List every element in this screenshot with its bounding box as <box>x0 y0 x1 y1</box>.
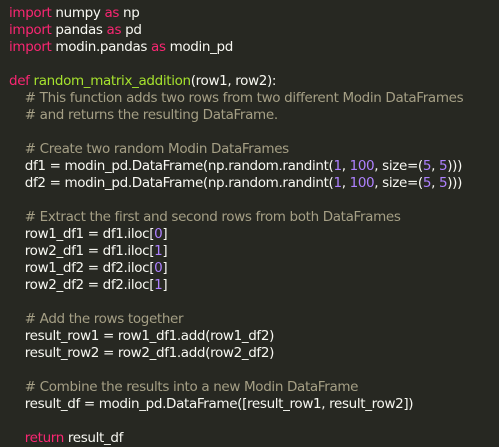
code-line: # Combine the results into a new Modin D… <box>9 379 499 396</box>
code-token: # Create two random Modin DataFrames <box>9 141 289 157</box>
code-line: import numpy as np <box>9 5 499 22</box>
code-token: as <box>151 39 166 55</box>
code-line: # This function adds two rows from two d… <box>9 90 499 107</box>
code-token: pandas <box>51 22 107 38</box>
code-token: ))) <box>447 158 462 174</box>
code-line: # Add the rows together <box>9 311 499 328</box>
code-token: , <box>341 175 350 191</box>
code-line: # Extract the first and second rows from… <box>9 209 499 226</box>
code-line: row2_df1 = df1.iloc[1] <box>9 243 499 260</box>
code-token: pd <box>121 22 142 38</box>
code-token: 5 <box>438 158 448 174</box>
code-token: return <box>24 430 65 446</box>
code-token: np <box>119 5 140 21</box>
code-token: 100 <box>349 158 375 174</box>
code-token: row2_df2 = df2.iloc[ <box>9 277 155 293</box>
code-token: def <box>9 73 30 89</box>
code-token: ] <box>162 226 168 242</box>
code-token: 1 <box>333 158 342 174</box>
code-token: import <box>9 22 52 38</box>
code-block: import numpy as np import pandas as pd imp… <box>9 5 499 447</box>
code-line: return result_df <box>9 430 499 447</box>
code-token: 5 <box>422 175 432 191</box>
code-line: result_df = modin_pd.DataFrame([result_r… <box>9 396 499 413</box>
code-token: 5 <box>438 175 448 191</box>
code-token: as <box>104 5 120 21</box>
code-line: row1_df2 = df2.iloc[0] <box>9 260 499 277</box>
code-token: df2 = modin_pd.DataFrame(np.random.randi… <box>9 175 334 191</box>
code-token: , <box>431 175 439 191</box>
code-line: row1_df1 = df1.iloc[0] <box>9 226 499 243</box>
code-line: row2_df2 = df2.iloc[1] <box>9 277 499 294</box>
code-token: result_row2 = row2_df1.add(row2_df2) <box>9 345 275 361</box>
code-token: result_df <box>63 430 124 446</box>
code-token: result_df = modin_pd.DataFrame([result_r… <box>9 396 414 412</box>
code-token: 100 <box>349 175 375 191</box>
code-token: modin_pd <box>165 39 234 55</box>
code-token: , <box>431 158 439 174</box>
code-token: ] <box>162 260 168 276</box>
code-token: , <box>341 158 350 174</box>
code-line: def random_matrix_addition(row1, row2): <box>9 73 499 90</box>
code-token: # and returns the resulting DataFrame. <box>9 107 278 123</box>
code-token: import <box>9 39 52 55</box>
code-line: result_row2 = row2_df1.add(row2_df2) <box>9 345 499 362</box>
code-token: as <box>106 22 122 38</box>
code-token: import <box>9 5 52 21</box>
code-token: df1 = modin_pd.DataFrame(np.random.randi… <box>9 158 334 174</box>
code-editor[interactable]: import numpy as np import pandas as pd imp… <box>0 0 499 446</box>
code-token: row1_df1 = df1.iloc[ <box>9 226 155 242</box>
code-line: result_row1 = row1_df1.add(row1_df2) <box>9 328 499 345</box>
code-token: random_matrix_addition <box>33 73 192 89</box>
code-line: # Create two random Modin DataFrames <box>9 141 499 158</box>
code-token: result_row1 = row1_df1.add(row1_df2) <box>9 328 275 344</box>
code-line: # and returns the resulting DataFrame. <box>9 107 499 124</box>
code-token: 5 <box>422 158 432 174</box>
code-token: ] <box>162 277 168 293</box>
code-token: row2_df1 = df1.iloc[ <box>9 243 155 259</box>
code-token: ))) <box>447 175 462 191</box>
code-line: import modin.pandas as modin_pd <box>9 39 499 56</box>
code-line: df2 = modin_pd.DataFrame(np.random.randi… <box>9 175 499 192</box>
code-token: # Add the rows together <box>9 311 184 327</box>
code-token: 1 <box>333 175 342 191</box>
code-token: row1_df2 = df2.iloc[ <box>9 260 155 276</box>
code-line: import pandas as pd <box>9 22 499 39</box>
code-line: df1 = modin_pd.DataFrame(np.random.randi… <box>9 158 499 175</box>
code-token: ] <box>162 243 168 259</box>
code-token: modin.pandas <box>51 39 152 55</box>
code-token: # Extract the first and second rows from… <box>9 209 401 225</box>
code-token: (row1, row2): <box>190 73 277 89</box>
code-token: # Combine the results into a new Modin D… <box>9 379 359 395</box>
code-token: , size=( <box>374 158 423 174</box>
code-token: numpy <box>51 5 105 21</box>
code-token: , size=( <box>374 175 423 191</box>
code-token: # This function adds two rows from two d… <box>9 90 464 106</box>
